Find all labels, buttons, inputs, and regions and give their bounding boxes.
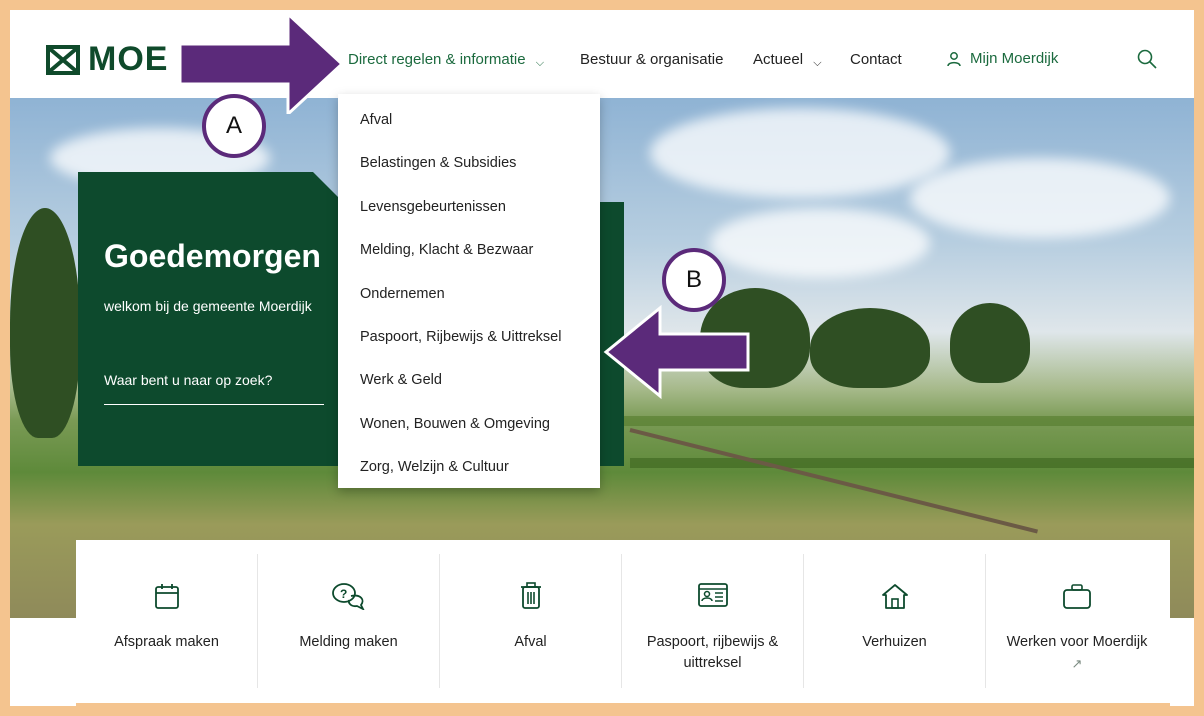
- welcome-subtitle: welkom bij de gemeente Moerdijk: [104, 298, 312, 314]
- tree: [810, 308, 930, 388]
- annotation-marker-a: A: [202, 94, 266, 158]
- tree: [10, 208, 80, 438]
- nav-label: Actueel: [753, 51, 804, 68]
- cloud: [910, 158, 1170, 238]
- search-button[interactable]: [1136, 48, 1158, 75]
- field-stripe: [610, 416, 1194, 426]
- annotation-label-a: A: [225, 112, 242, 139]
- nav-label: Bestuur & organisatie: [580, 51, 724, 68]
- dropdown-item-levensgebeurtenissen[interactable]: Levensgebeurtenissen: [360, 199, 506, 215]
- nav-label: Direct regelen & informatie: [348, 51, 526, 68]
- quick-link-label: Verhuizen: [862, 634, 927, 650]
- quick-link-label: Werken voor Moerdijk ↗: [992, 632, 1162, 675]
- svg-text:?: ?: [340, 587, 347, 601]
- nav-direct-regelen[interactable]: Direct regelen & informatie ⌵: [348, 51, 544, 70]
- dropdown-item-werk-geld[interactable]: Werk & Geld: [360, 372, 442, 388]
- quick-link-melding[interactable]: ? Melding maken: [258, 554, 440, 688]
- quick-link-label: Paspoort, rijbewijs & uittreksel: [646, 634, 779, 671]
- field-stripe: [630, 458, 1194, 468]
- welcome-title: Goedemorgen: [104, 238, 321, 274]
- mijn-moerdijk-label: Mijn Moerdijk: [970, 50, 1059, 67]
- search-input-underline: [104, 404, 324, 405]
- dropdown-item-ondernemen[interactable]: Ondernemen: [360, 286, 445, 302]
- chat-question-icon: ?: [331, 583, 365, 610]
- trash-icon: [520, 582, 541, 609]
- external-link-icon: ↗: [1071, 656, 1083, 671]
- mijn-moerdijk-link[interactable]: Mijn Moerdijk: [946, 50, 1058, 67]
- dropdown-item-afval[interactable]: Afval: [360, 112, 392, 128]
- quick-links-bar: Afspraak maken ? Melding maken Afval Pas…: [76, 540, 1170, 706]
- briefcase-icon: [1063, 584, 1091, 609]
- search-input[interactable]: Waar bent u naar op zoek?: [104, 372, 272, 388]
- cloud: [650, 108, 950, 198]
- search-icon: [1137, 49, 1157, 69]
- moerdijk-logo-icon: [46, 44, 80, 75]
- browser-viewport: MOE Direct regelen & informatie ⌵ Bestuu…: [10, 10, 1194, 706]
- annotation-arrow-b: [603, 304, 750, 400]
- quick-link-afval[interactable]: Afval: [440, 554, 622, 688]
- quick-link-label: Afval: [514, 634, 547, 650]
- quick-link-label: Melding maken: [299, 634, 398, 650]
- quick-link-afspraak[interactable]: Afspraak maken: [76, 554, 258, 688]
- dropdown-item-belastingen[interactable]: Belastingen & Subsidies: [360, 155, 516, 171]
- cloud: [710, 208, 930, 278]
- user-icon: [947, 51, 961, 66]
- quick-link-werken[interactable]: Werken voor Moerdijk ↗: [986, 554, 1168, 688]
- quick-link-paspoort[interactable]: Paspoort, rijbewijs & uittreksel: [622, 554, 804, 688]
- calendar-icon: [154, 584, 179, 609]
- nav-bestuur-organisatie[interactable]: Bestuur & organisatie: [580, 51, 723, 68]
- fence: [629, 428, 1039, 534]
- nav-dropdown-menu: Afval Belastingen & Subsidies Levensgebe…: [338, 94, 600, 488]
- quick-link-label-text: Werken voor Moerdijk: [1006, 634, 1148, 650]
- home-icon: [881, 584, 908, 609]
- dropdown-item-wonen[interactable]: Wonen, Bouwen & Omgeving: [360, 416, 550, 432]
- nav-label: Contact: [850, 51, 902, 68]
- id-card-icon: [697, 583, 728, 607]
- annotation-label-b: B: [685, 266, 702, 293]
- site-logo[interactable]: MOE: [46, 40, 168, 79]
- tree: [950, 303, 1030, 383]
- quick-link-label: Afspraak maken: [114, 634, 219, 650]
- dropdown-item-zorg[interactable]: Zorg, Welzijn & Cultuur: [360, 459, 509, 475]
- annotation-marker-b: B: [662, 248, 726, 312]
- quick-link-verhuizen[interactable]: Verhuizen: [804, 554, 986, 688]
- chevron-down-icon: ⌵: [813, 57, 822, 69]
- nav-contact[interactable]: Contact: [850, 51, 902, 68]
- annotation-arrow-a: [178, 10, 345, 114]
- logo-text: MOE: [88, 40, 169, 78]
- dropdown-item-paspoort[interactable]: Paspoort, Rijbewijs & Uittreksel: [360, 329, 561, 345]
- chevron-down-icon: ⌵: [535, 57, 545, 69]
- dropdown-item-melding[interactable]: Melding, Klacht & Bezwaar: [360, 242, 533, 258]
- nav-actueel[interactable]: Actueel ⌵: [753, 51, 822, 70]
